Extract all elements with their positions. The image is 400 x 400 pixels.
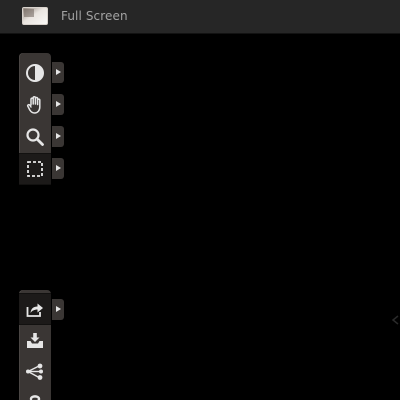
- share-flyout-arrow[interactable]: [52, 299, 64, 320]
- share-arrow-icon: [26, 303, 43, 317]
- help-tool[interactable]: [19, 387, 51, 400]
- network-icon: [26, 363, 43, 380]
- share-tool[interactable]: [19, 293, 51, 325]
- tray-download-icon: [27, 333, 43, 348]
- hand-icon: [27, 95, 41, 114]
- fullscreen-label[interactable]: Full Screen: [61, 9, 128, 23]
- question-icon: [29, 395, 41, 400]
- select-tool[interactable]: [19, 153, 51, 185]
- workflow-tool[interactable]: [19, 357, 51, 387]
- fullscreen-icon[interactable]: [22, 7, 48, 25]
- zoom-flyout-arrow[interactable]: [52, 126, 64, 147]
- marquee-select-icon: [27, 161, 43, 177]
- viewer-header: Full Screen: [0, 0, 400, 34]
- export-palette: [19, 290, 51, 400]
- image-viewer: Full Screen: [0, 0, 400, 400]
- window-level-tool[interactable]: [19, 58, 51, 88]
- window-level-flyout-arrow[interactable]: [52, 62, 64, 83]
- pan-flyout-arrow[interactable]: [52, 94, 64, 115]
- side-panel-handle-icon[interactable]: [389, 310, 400, 330]
- download-tool[interactable]: [19, 326, 51, 356]
- magnifier-icon: [26, 128, 44, 146]
- tool-palette: [19, 53, 51, 185]
- select-flyout-arrow[interactable]: [52, 158, 64, 179]
- pan-tool[interactable]: [19, 90, 51, 120]
- contrast-icon: [26, 64, 44, 82]
- zoom-tool[interactable]: [19, 122, 51, 152]
